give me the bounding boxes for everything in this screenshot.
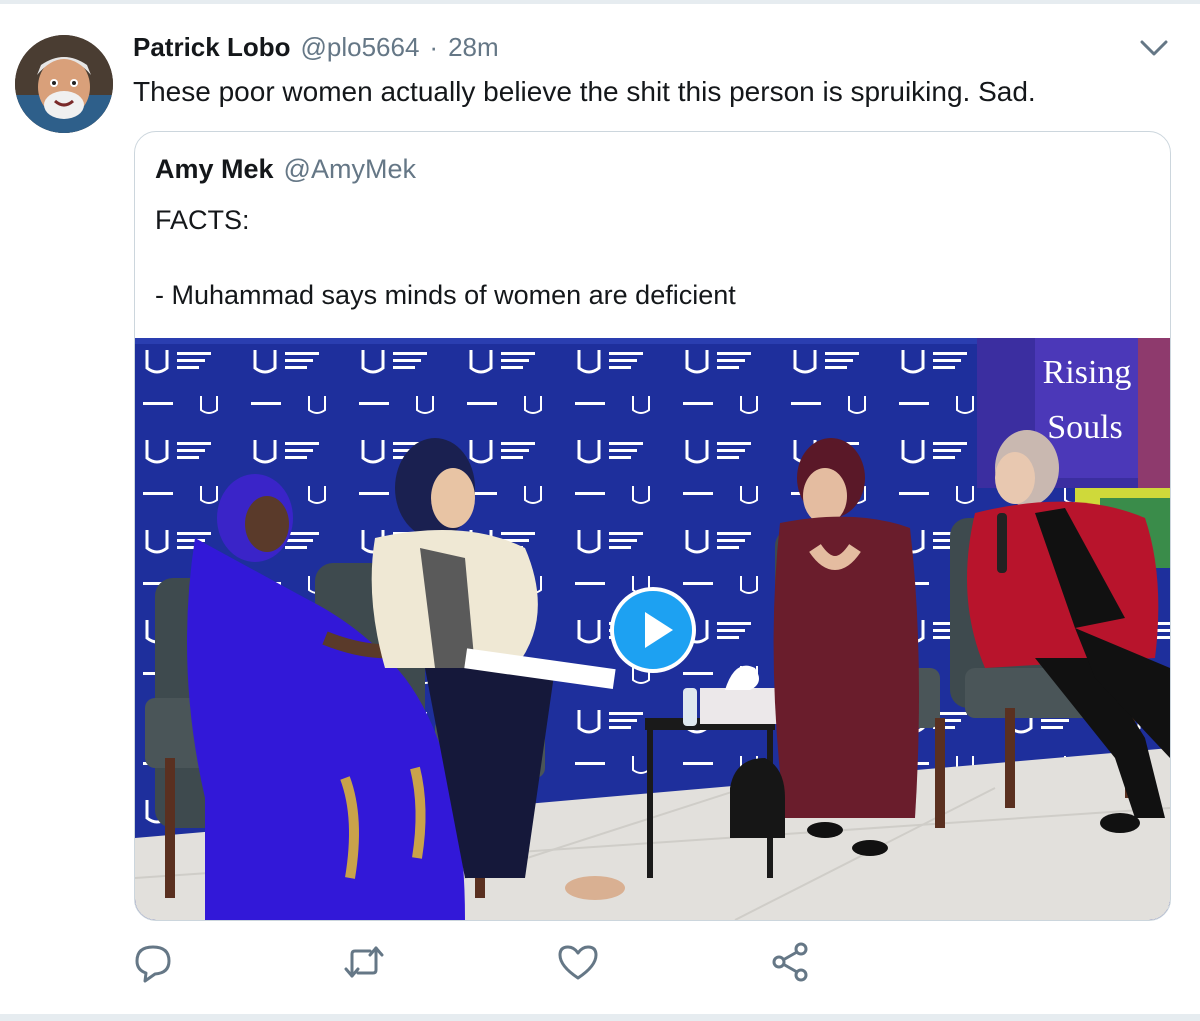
author-handle[interactable]: @plo5664 (300, 32, 419, 63)
author-name[interactable]: Patrick Lobo (133, 32, 290, 63)
quoted-tweet[interactable]: Amy Mek @AmyMek FACTS: - Muhammad says m… (134, 131, 1171, 921)
tweet-timestamp[interactable]: 28m (448, 32, 499, 63)
tweet-header: Patrick Lobo @plo5664 · 28m (133, 32, 499, 66)
banner-text-souls: Souls (1047, 409, 1123, 446)
quoted-tweet-header: Amy Mek @AmyMek (155, 154, 416, 185)
tweet-text: These poor women actually believe the sh… (133, 76, 1036, 107)
quoted-tweet-text-line2: - Muhammad says minds of women are defic… (155, 280, 736, 310)
tweet-actions (0, 940, 1200, 990)
quoted-author-name: Amy Mek (155, 154, 274, 184)
quoted-author-handle: @AmyMek (283, 154, 416, 184)
share-icon[interactable] (770, 940, 814, 984)
reply-icon[interactable] (133, 940, 177, 984)
play-icon[interactable] (610, 587, 696, 673)
banner-text-rising: Rising (1043, 354, 1132, 391)
avatar[interactable] (15, 35, 113, 133)
bottom-divider (0, 1014, 1200, 1021)
quoted-tweet-text-line1: FACTS: (155, 205, 250, 235)
separator-dot: · (429, 32, 439, 62)
video-thumbnail[interactable]: Rising Souls (135, 338, 1170, 920)
chevron-down-icon[interactable] (1138, 36, 1170, 60)
top-divider (0, 0, 1200, 4)
heart-icon[interactable] (556, 940, 600, 984)
retweet-icon[interactable] (342, 940, 386, 984)
